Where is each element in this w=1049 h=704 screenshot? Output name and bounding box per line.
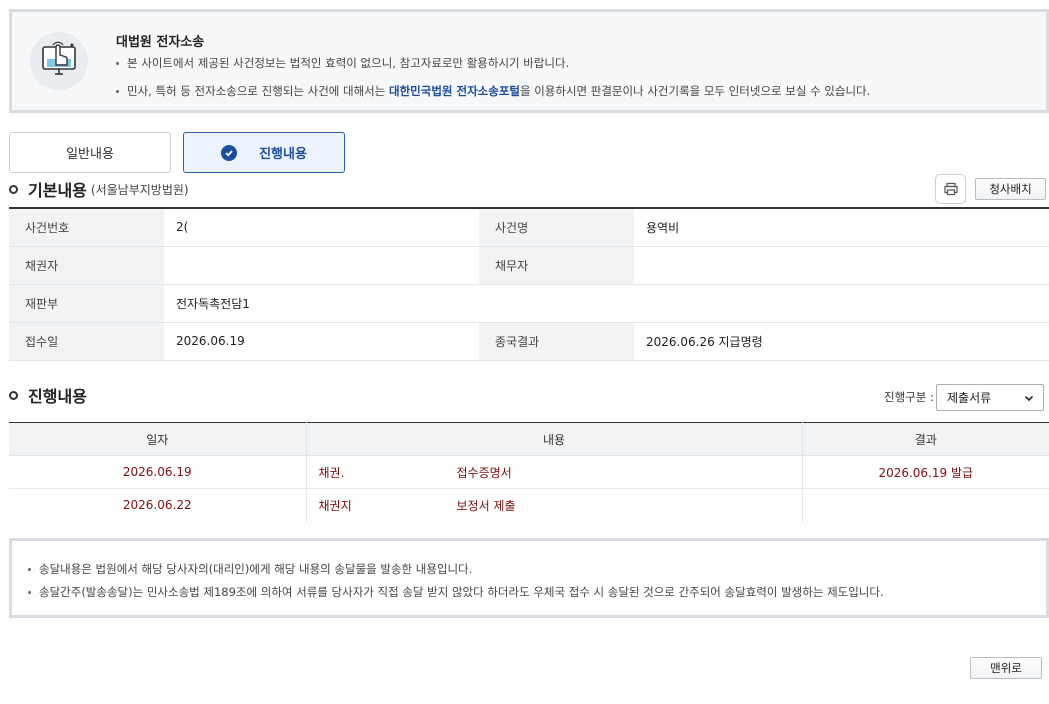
table-row: 재판부 전자독촉전담1 — [9, 284, 1049, 323]
row-document: 보정서 제출 — [456, 498, 516, 513]
progress-title: 진행내용 — [9, 383, 87, 407]
court-division-value: 전자독촉전담1 — [164, 284, 1049, 323]
court-name: (서울남부지방법원) — [90, 182, 189, 197]
tab-general-label: 일반내용 — [66, 147, 114, 162]
chevron-down-icon — [1024, 395, 1034, 402]
circle-bullet-icon — [9, 184, 18, 194]
delivery-notice-box: 송달내용은 법원에서 해당 당사자의(대리인)에게 해당 내용의 송달물을 발송… — [9, 538, 1049, 618]
debtor-value — [634, 246, 1049, 285]
notice-box: 대법원 전자소송 본 사이트에서 제공된 사건정보는 법적인 효력이 없으니, … — [9, 9, 1049, 113]
table-row: 접수일 2026.06.19 종국결과 2026.06.26 지급명령 — [9, 322, 1049, 361]
court-location-button[interactable]: 청사배치 — [975, 178, 1046, 200]
e-litigation-portal-link[interactable]: 대한민국법원 전자소송포털 — [389, 84, 520, 98]
touch-screen-icon — [30, 32, 88, 90]
row-result: 2026.06.19 발급 — [802, 455, 1049, 489]
creditor-label: 채권자 — [9, 246, 164, 285]
case-name-value: 용역비 — [634, 208, 1049, 247]
final-result-value: 2026.06.26 지급명령 — [634, 322, 1049, 361]
final-result-label: 종국결과 — [479, 322, 634, 361]
progress-filter-label: 진행구분 : — [884, 390, 934, 404]
circle-bullet-icon — [9, 390, 18, 400]
filing-date-value: 2026.06.19 — [164, 322, 479, 361]
debtor-label: 채무자 — [479, 246, 634, 285]
row-date: 2026.06.19 — [9, 455, 307, 489]
table-header-row: 일자 내용 결과 — [9, 422, 1049, 456]
table-row: 채권자 채무자 — [9, 246, 1049, 285]
print-button[interactable] — [935, 174, 966, 204]
basic-info-title: 기본내용 (서울남부지방법원) — [9, 177, 189, 201]
column-header-content: 내용 — [306, 422, 803, 456]
creditor-value — [164, 246, 479, 285]
table-row: 2026.06.22 채권지 보정서 제출 — [9, 488, 1049, 522]
progress-filter-select[interactable]: 제출서류 — [936, 384, 1044, 411]
row-date: 2026.06.22 — [9, 488, 307, 522]
row-result — [802, 489, 1049, 522]
tab-progress-label: 진행내용 — [259, 147, 307, 162]
check-icon — [221, 144, 238, 161]
tab-progress[interactable]: 진행내용 — [183, 132, 345, 173]
tab-general[interactable]: 일반내용 — [9, 132, 171, 173]
case-number-label: 사건번호 — [9, 208, 164, 247]
case-name-label: 사건명 — [479, 208, 634, 247]
row-content: 채권. 접수증명서 — [306, 455, 803, 489]
row-party: 채권지 — [318, 498, 352, 513]
delivery-notice-line-2: 송달간주(발송송달)는 민사소송법 제189조에 의하여 서류를 당사자가 직접… — [28, 584, 884, 600]
scroll-top-button[interactable]: 맨위로 — [970, 657, 1042, 679]
column-header-result: 결과 — [802, 422, 1049, 456]
case-number-value: 2( — [164, 208, 479, 247]
filing-date-label: 접수일 — [9, 322, 164, 361]
notice-line-2: 민사, 특허 등 전자소송으로 진행되는 사건에 대해서는 대한민국법원 전자소… — [116, 83, 870, 99]
court-division-label: 재판부 — [9, 284, 164, 323]
row-party: 채권. — [318, 465, 345, 480]
basic-info-table: 사건번호 2( 사건명 용역비 채권자 채무자 재판부 전자독촉전담1 접수일 … — [9, 207, 1049, 361]
table-row: 2026.06.19 채권. 접수증명서 2026.06.19 발급 — [9, 455, 1049, 489]
row-content: 채권지 보정서 제출 — [306, 488, 803, 522]
column-header-date: 일자 — [9, 422, 307, 456]
row-document: 접수증명서 — [456, 465, 512, 480]
delivery-notice-line-1: 송달내용은 법원에서 해당 당사자의(대리인)에게 해당 내용의 송달물을 발송… — [28, 561, 472, 577]
progress-filter-value: 제출서류 — [947, 391, 992, 405]
progress-table: 일자 내용 결과 2026.06.19 채권. 접수증명서 2026.06.19 … — [9, 422, 1049, 522]
print-icon — [943, 182, 958, 196]
table-row: 사건번호 2( 사건명 용역비 — [9, 208, 1049, 247]
notice-title: 대법원 전자소송 — [116, 35, 205, 50]
notice-line-1: 본 사이트에서 제공된 사건정보는 법적인 효력이 없으니, 참고자료로만 활용… — [116, 55, 569, 71]
